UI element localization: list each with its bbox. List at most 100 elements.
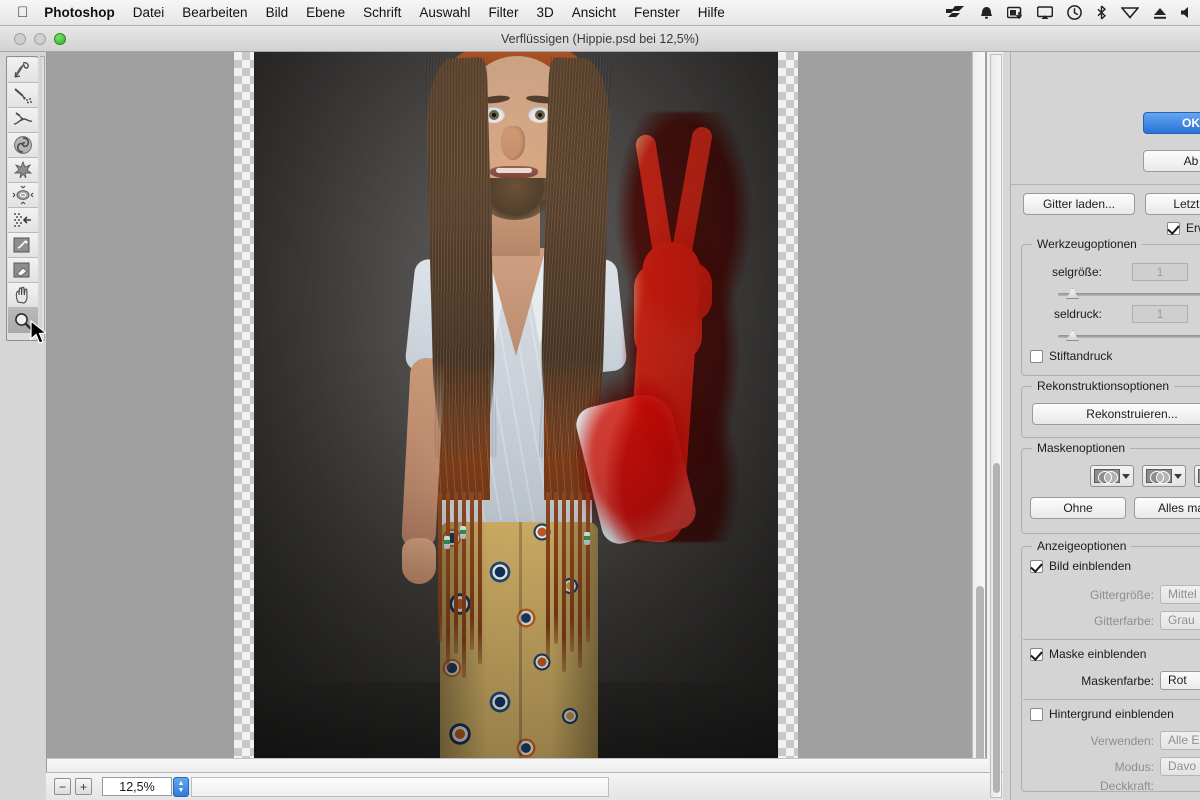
brush-pressure-row: seldruck: 1 — [1030, 305, 1200, 323]
photo-vignette — [254, 52, 778, 772]
canvas-horizontal-scrollbar[interactable] — [47, 758, 987, 772]
menu-item-bild[interactable]: Bild — [266, 5, 289, 20]
zoom-button[interactable] — [54, 33, 66, 45]
brush-pressure-slider[interactable] — [1058, 329, 1200, 343]
window-title: Verflüssigen (Hippie.psd bei 12,5%) — [500, 31, 700, 46]
view-options-separator-2 — [1023, 699, 1200, 700]
grid-color-label: Gitterfarbe: — [1093, 613, 1154, 628]
show-image-checkbox-row[interactable]: Bild einblenden — [1030, 559, 1131, 573]
mask-none-button[interactable]: Ohne — [1030, 497, 1126, 519]
mode-label: Modus: — [1114, 759, 1154, 774]
brush-size-slider[interactable] — [1058, 287, 1200, 301]
menu-item-auswahl[interactable]: Auswahl — [419, 5, 470, 20]
panel-scrollbar-thumb[interactable] — [993, 463, 1000, 793]
zoom-slider-trough[interactable] — [191, 776, 609, 797]
bloat-tool[interactable] — [8, 183, 38, 208]
ok-button[interactable]: OK — [1143, 112, 1200, 134]
photoshop-liquify-window:  Photoshop Datei Bearbeiten Bild Ebene … — [0, 0, 1200, 800]
panel-scrollbar[interactable] — [990, 54, 1002, 798]
stepper-up-arrow[interactable]: ▲ — [178, 780, 185, 787]
transparency-checkerboard-right — [778, 52, 798, 772]
canvas-vscroll-thumb[interactable] — [976, 586, 984, 766]
pen-pressure-checkbox-row[interactable]: Stiftandruck — [1030, 349, 1112, 363]
wifi-icon[interactable] — [1121, 6, 1139, 19]
opacity-label: Deckkraft: — [1099, 779, 1154, 793]
minimize-button[interactable] — [34, 33, 46, 45]
zoom-tool[interactable] — [8, 308, 38, 333]
apple-icon[interactable]:  — [17, 5, 28, 20]
reconstruct-button[interactable]: Rekonstruieren... — [1032, 403, 1200, 425]
show-mask-checkbox-row[interactable]: Maske einblenden — [1030, 647, 1146, 661]
mask-all-button[interactable]: Alles mas — [1134, 497, 1200, 519]
show-mask-checkbox[interactable] — [1030, 647, 1043, 661]
brush-pressure-field[interactable]: 1 — [1132, 305, 1188, 323]
macos-menubar:  Photoshop Datei Bearbeiten Bild Ebene … — [0, 0, 1200, 26]
brush-size-row: selgröße: 1 — [1030, 263, 1200, 281]
menu-item-hilfe[interactable]: Hilfe — [698, 5, 725, 20]
brush-size-field[interactable]: 1 — [1132, 263, 1188, 281]
stepper-down-arrow[interactable]: ▼ — [178, 787, 185, 794]
window-titlebar: Verflüssigen (Hippie.psd bei 12,5%) — [0, 26, 1200, 52]
canvas-vertical-scrollbar[interactable] — [972, 52, 985, 772]
bluetooth-icon[interactable] — [1096, 5, 1107, 20]
hand-tool[interactable] — [8, 283, 38, 308]
load-grid-button[interactable]: Gitter laden... — [1023, 193, 1135, 215]
zoom-level-field[interactable]: 12,5% — [102, 777, 172, 796]
twirl-clockwise-tool[interactable] — [8, 133, 38, 158]
menu-item-photoshop[interactable]: Photoshop — [44, 5, 115, 20]
mask-color-label: Maskenfarbe: — [1081, 673, 1154, 688]
view-options-separator-1 — [1023, 639, 1200, 640]
reconstruct-tool[interactable] — [8, 83, 38, 108]
menu-item-bearbeiten[interactable]: Bearbeiten — [182, 5, 247, 20]
last-grid-button[interactable]: Letztes G — [1145, 193, 1200, 215]
mask-replace-icon[interactable] — [1090, 465, 1134, 487]
close-button[interactable] — [14, 33, 26, 45]
menu-item-filter[interactable]: Filter — [488, 5, 518, 20]
mask-color-combo[interactable]: Rot — [1160, 671, 1200, 690]
panel-divider-top — [1011, 184, 1200, 185]
pucker-tool[interactable] — [8, 158, 38, 183]
zoom-in-button[interactable]: + — [75, 778, 92, 795]
mode-combo[interactable]: Davo — [1160, 757, 1200, 776]
mode-row: Modus: Davo — [1022, 757, 1200, 776]
zoom-out-button[interactable]: − — [54, 778, 71, 795]
pen-pressure-checkbox[interactable] — [1030, 349, 1043, 363]
grid-color-combo[interactable]: Grau — [1160, 611, 1200, 630]
cancel-button[interactable]: Ab — [1143, 150, 1200, 172]
menu-item-3d[interactable]: 3D — [536, 5, 553, 20]
bell-icon[interactable] — [980, 6, 993, 20]
use-combo[interactable]: Alle E — [1160, 731, 1200, 750]
mask-options-group: Maskenoptionen Ohne Alles mas — [1021, 441, 1200, 534]
use-label: Verwenden: — [1090, 733, 1154, 748]
show-background-checkbox-row[interactable]: Hintergrund einblenden — [1030, 707, 1174, 721]
menu-item-fenster[interactable]: Fenster — [634, 5, 680, 20]
show-image-checkbox[interactable] — [1030, 559, 1043, 573]
mask-subtract-icon[interactable] — [1194, 465, 1200, 487]
opacity-row: Deckkraft: — [1022, 779, 1200, 793]
screenshot-icon[interactable] — [1007, 6, 1023, 20]
image-canvas[interactable] — [47, 52, 987, 772]
freeze-mask-tool[interactable] — [8, 233, 38, 258]
zoom-stepper[interactable]: ▲ ▼ — [173, 776, 189, 797]
advanced-mode-checkbox[interactable] — [1167, 221, 1180, 235]
smooth-tool[interactable] — [8, 108, 38, 133]
mask-mode-buttons — [1090, 465, 1200, 487]
grid-size-label: Gittergröße: — [1089, 587, 1154, 602]
show-background-checkbox[interactable] — [1030, 707, 1043, 721]
airplay-icon[interactable] — [1037, 5, 1053, 20]
grid-size-combo[interactable]: Mittel — [1160, 585, 1200, 604]
time-machine-icon[interactable] — [1067, 5, 1082, 20]
eject-icon[interactable] — [1153, 6, 1167, 20]
menu-item-datei[interactable]: Datei — [133, 5, 165, 20]
fast-forward-icon[interactable] — [946, 5, 966, 20]
show-mask-label: Maske einblenden — [1049, 647, 1147, 661]
push-left-tool[interactable] — [8, 208, 38, 233]
menu-item-ebene[interactable]: Ebene — [306, 5, 345, 20]
advanced-mode-checkbox-row[interactable]: Erwe — [1167, 221, 1200, 235]
menu-item-ansicht[interactable]: Ansicht — [572, 5, 616, 20]
thaw-mask-tool[interactable] — [8, 258, 38, 283]
forward-warp-tool[interactable] — [8, 58, 38, 83]
mask-add-icon[interactable] — [1142, 465, 1186, 487]
volume-icon[interactable] — [1181, 6, 1194, 19]
menu-item-schrift[interactable]: Schrift — [363, 5, 401, 20]
